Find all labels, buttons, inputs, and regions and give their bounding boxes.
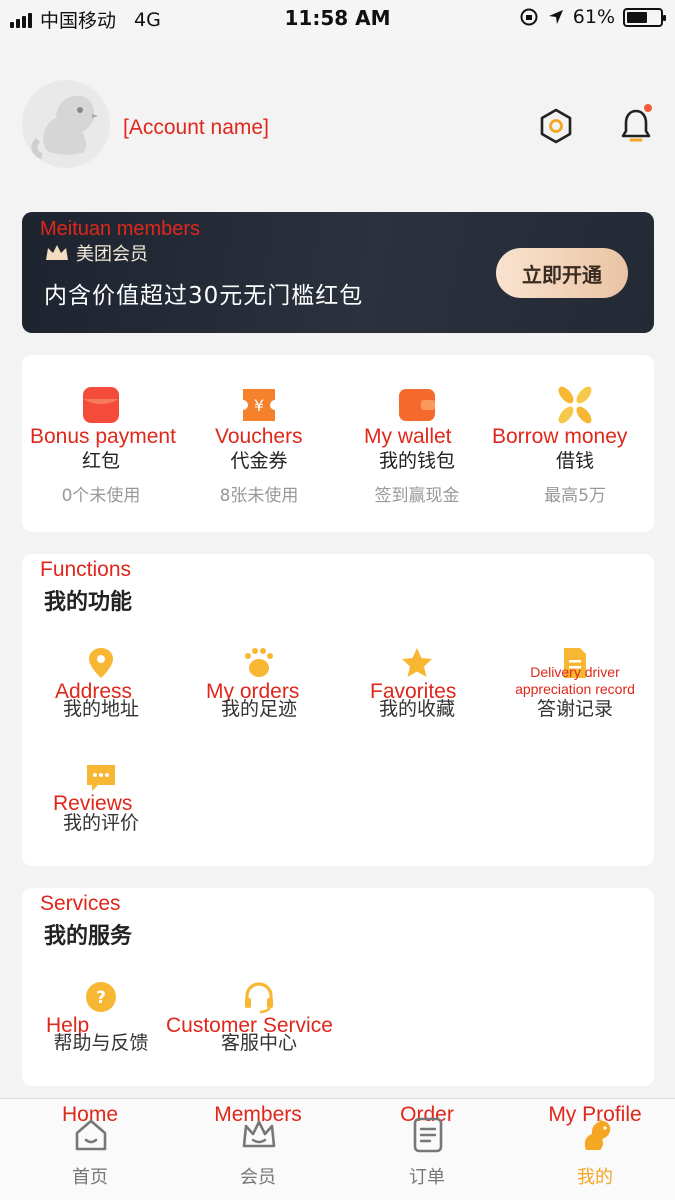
- function-annotation: Delivery driver appreciation record: [515, 664, 635, 697]
- function-label: 我的足迹: [220, 698, 297, 720]
- battery-percent: 61%: [572, 6, 615, 28]
- member-banner[interactable]: Meituan members 美团会员 内含价值超过30元无门槛红包 立即开通: [22, 212, 654, 333]
- settings-hex-icon: [540, 108, 572, 144]
- tab-home[interactable]: Home 首页: [6, 1099, 174, 1200]
- crown-icon: [242, 1120, 276, 1148]
- wallet-card: Bonus payment 红包 0个未使用 ¥ Vouchers 代金券 8张…: [22, 355, 654, 532]
- settings-button[interactable]: [534, 104, 578, 148]
- services-card: Services 我的服务 ? Help 帮助与反馈 Customer Serv…: [22, 888, 654, 1086]
- tab-bar: Home 首页 Members 会员 Order 订单 My Profile 我…: [0, 1098, 675, 1200]
- member-badge: 美团会员: [44, 240, 148, 266]
- chat-bubble-icon: [87, 765, 115, 791]
- wallet-subtitle: 签到赢现金: [374, 486, 460, 506]
- avatar[interactable]: [22, 80, 110, 168]
- svg-text:?: ?: [96, 988, 106, 1008]
- service-label: 客服中心: [220, 1032, 297, 1054]
- tab-label: 首页: [72, 1167, 108, 1188]
- service-label: 帮助与反馈: [53, 1032, 149, 1054]
- function-item-address[interactable]: Address 我的地址: [22, 646, 180, 746]
- tab-label: 会员: [240, 1167, 276, 1188]
- function-label: 我的评价: [62, 812, 139, 834]
- help-icon: ?: [86, 982, 116, 1012]
- function-item-appreciation-record[interactable]: Delivery driver appreciation record 答谢记录: [496, 646, 654, 746]
- location-pin-icon: [89, 648, 113, 678]
- notification-dot: [644, 104, 652, 112]
- function-label: 答谢记录: [536, 698, 613, 720]
- tab-orders[interactable]: Order 订单: [343, 1099, 511, 1200]
- bell-icon: [621, 109, 651, 142]
- tab-my-profile[interactable]: My Profile 我的: [511, 1099, 675, 1200]
- banner-headline: 内含价值超过30元无门槛红包: [44, 283, 364, 309]
- service-item-help[interactable]: ? Help 帮助与反馈: [22, 980, 180, 1080]
- wallet-icon: [399, 389, 435, 421]
- notifications-button[interactable]: [614, 104, 658, 148]
- wallet-title: 我的钱包: [378, 450, 455, 472]
- wallet-title: 借钱: [555, 450, 594, 472]
- headset-icon: [245, 982, 273, 1014]
- order-list-icon: [413, 1117, 443, 1153]
- wallet-title: 代金券: [230, 450, 288, 472]
- section-annotation: Functions: [40, 558, 132, 581]
- functions-card: Functions 我的功能 Address 我的地址 My orders 我的…: [22, 554, 654, 866]
- red-envelope-icon: [83, 387, 119, 423]
- open-membership-button[interactable]: 立即开通: [496, 248, 628, 298]
- wallet-item-red-envelope[interactable]: Bonus payment 红包 0个未使用: [22, 355, 180, 532]
- svg-text:¥: ¥: [254, 396, 264, 415]
- section-annotation: Services: [40, 892, 121, 915]
- house-icon: [75, 1119, 107, 1151]
- location-arrow-icon: [548, 10, 563, 24]
- wallet-item-my-wallet[interactable]: My wallet 我的钱包 签到赢现金: [338, 355, 496, 532]
- tab-label: 我的: [577, 1167, 613, 1188]
- crown-icon: [46, 245, 68, 260]
- wallet-title: 红包: [81, 450, 120, 472]
- wallet-subtitle: 最高5万: [544, 486, 606, 506]
- function-label: 我的地址: [62, 698, 139, 720]
- paw-print-icon: [245, 648, 273, 677]
- section-title: 我的功能: [44, 590, 133, 615]
- function-item-favorites[interactable]: Favorites 我的收藏: [338, 646, 496, 746]
- function-label: 我的收藏: [378, 698, 455, 720]
- function-item-reviews[interactable]: Reviews 我的评价: [22, 760, 180, 860]
- banner-annotation: Meituan members: [40, 218, 201, 240]
- section-title: 我的服务: [44, 924, 133, 949]
- voucher-icon: ¥: [243, 389, 275, 421]
- pinwheel-icon: [558, 386, 592, 424]
- account-name[interactable]: [Account name]: [123, 116, 269, 140]
- wallet-item-vouchers[interactable]: ¥ Vouchers 代金券 8张未使用: [180, 355, 338, 532]
- wallet-item-borrow-money[interactable]: Borrow money 借钱 最高5万: [492, 355, 654, 532]
- kangaroo-icon: [584, 1119, 611, 1150]
- battery-icon: [623, 7, 666, 27]
- tab-members[interactable]: Members 会员: [174, 1099, 342, 1200]
- service-item-customer-service[interactable]: Customer Service 客服中心: [166, 980, 338, 1080]
- star-icon: [402, 648, 432, 677]
- status-right: 61%: [519, 6, 666, 28]
- wallet-subtitle: 0个未使用: [61, 486, 141, 506]
- orientation-lock-icon: [520, 8, 538, 26]
- function-item-footprint[interactable]: My orders 我的足迹: [180, 646, 338, 746]
- kangaroo-avatar-icon: [31, 95, 98, 159]
- wallet-subtitle: 8张未使用: [219, 486, 299, 506]
- member-badge-label: 美团会员: [76, 244, 148, 265]
- tab-label: 订单: [409, 1167, 445, 1188]
- status-bar: 中国移动 4G 11:58 AM 61%: [0, 0, 675, 38]
